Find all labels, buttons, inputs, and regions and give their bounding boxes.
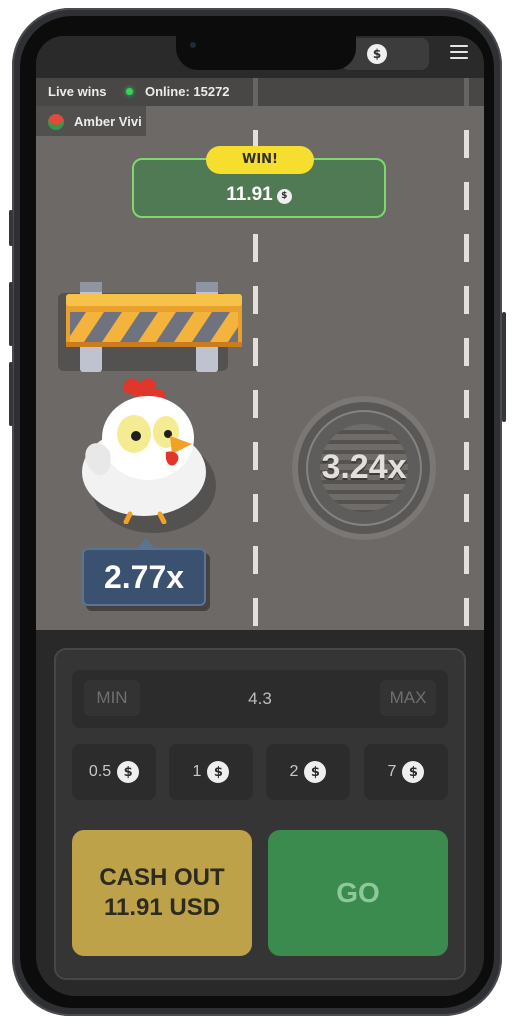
chip-value: 1 <box>192 763 202 780</box>
chicken-multiplier-value: 2.77x <box>103 559 185 595</box>
cash-out-amount: 11.91 USD <box>103 894 221 921</box>
win-amount: 11.91 $ <box>134 184 384 206</box>
go-button[interactable]: GO <box>268 830 448 956</box>
top-bar: $ <box>36 36 484 78</box>
chip-value: 2 <box>289 763 299 780</box>
cash-out-button[interactable]: CASH OUT 11.91 USD <box>72 830 252 956</box>
dollar-coin-icon: $ <box>207 761 230 783</box>
max-bet-button[interactable]: MAX <box>380 680 436 716</box>
camera-lens <box>190 42 196 48</box>
bet-control-panel: MIN 4.3 MAX 0.5 $ 1 $ 2 $ 7 $ CASH OUT 1… <box>54 648 466 980</box>
dollar-coin-icon: $ <box>367 44 387 64</box>
volume-down-button <box>9 362 13 426</box>
online-status-dot <box>126 88 133 95</box>
chicken-multiplier-tag: 2.77x <box>82 538 206 606</box>
live-wins-label: Live wins <box>48 84 107 99</box>
manhole-multiplier: 3.24x <box>321 448 407 486</box>
volume-up-button <box>9 282 13 346</box>
winner-avatar <box>48 114 64 130</box>
win-amount-value: 11.91 <box>226 184 273 205</box>
live-winner-row: Amber Vivi <box>36 106 146 136</box>
dollar-coin-icon: $ <box>276 188 292 204</box>
dollar-coin-icon: $ <box>402 761 425 783</box>
dollar-coin-icon: $ <box>304 761 327 783</box>
live-wins-bar: Live wins Online: 15272 <box>36 78 484 106</box>
mute-switch <box>9 210 13 246</box>
game-screen: $ Live wins Online: 15272 Amber Vivi 2.7… <box>36 36 484 996</box>
chip-7-button[interactable]: 7 $ <box>364 744 448 800</box>
power-button <box>502 312 506 422</box>
min-bet-button[interactable]: MIN <box>84 680 140 716</box>
cash-out-label: CASH OUT <box>99 864 225 891</box>
win-badge: WIN! <box>206 146 314 174</box>
road: Live wins Online: 15272 Amber Vivi 2.77x… <box>36 78 484 630</box>
chip-1-button[interactable]: 1 $ <box>169 744 253 800</box>
dollar-coin-icon: $ <box>117 761 140 783</box>
bet-amount-row: MIN 4.3 MAX <box>72 670 448 728</box>
chip-value: 0.5 <box>88 763 112 780</box>
bet-amount-input[interactable]: 4.3 <box>172 670 348 728</box>
chip-2-button[interactable]: 2 $ <box>266 744 350 800</box>
chip-value: 7 <box>387 763 397 780</box>
win-popup: WIN! 11.91 $ <box>132 146 386 218</box>
manhole-cover[interactable]: 3.24x <box>292 396 436 540</box>
hamburger-menu-icon[interactable] <box>450 45 468 59</box>
chip-0-5-button[interactable]: 0.5 $ <box>72 744 156 800</box>
road-barrier-icon <box>66 282 242 372</box>
winner-name: Amber Vivi <box>74 114 142 129</box>
online-count: Online: 15272 <box>145 84 230 99</box>
multiplier-tag-pointer <box>136 538 156 550</box>
chicken-icon <box>82 378 206 524</box>
lane-divider <box>464 78 469 630</box>
camera-notch <box>176 36 356 70</box>
